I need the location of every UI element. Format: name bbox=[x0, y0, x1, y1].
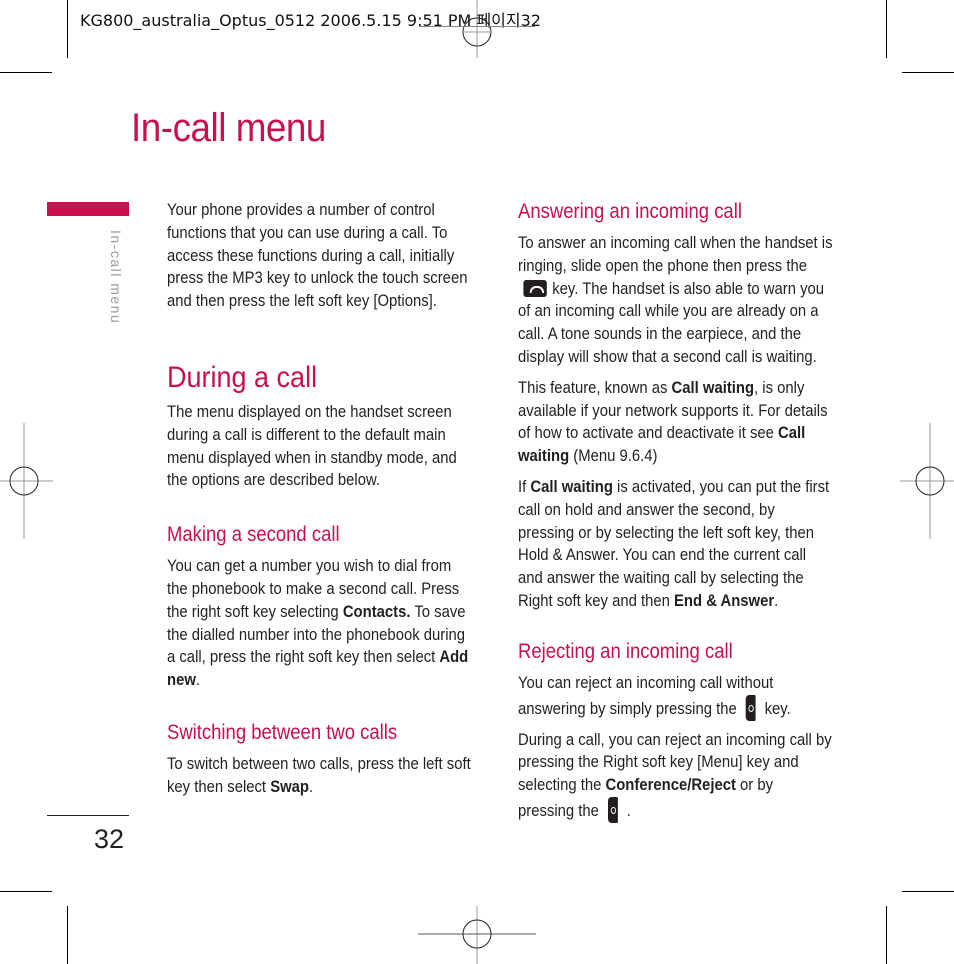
call-waiting-feature-paragraph: This feature, known as Call waiting, is … bbox=[518, 377, 833, 468]
swap-term: Swap bbox=[270, 777, 309, 796]
rejecting-call-heading: Rejecting an incoming call bbox=[518, 639, 733, 663]
text: key. bbox=[764, 699, 791, 718]
call-waiting-term: Call waiting bbox=[671, 378, 755, 397]
text: . bbox=[774, 591, 779, 610]
phone-send-key-icon bbox=[523, 279, 547, 297]
rejecting-call-paragraph: You can reject an incoming call without … bbox=[518, 672, 833, 721]
call-waiting-activated-paragraph: If Call waiting is activated, you can pu… bbox=[518, 476, 833, 613]
text: To switch between two calls, press the l… bbox=[167, 754, 471, 796]
answering-call-paragraph: To answer an incoming call when the hand… bbox=[518, 232, 833, 369]
crop-mark bbox=[67, 0, 68, 58]
text: . bbox=[308, 777, 314, 796]
reject-during-call-paragraph: During a call, you can reject an incomin… bbox=[518, 729, 833, 823]
during-a-call-paragraph: The menu displayed on the handset screen… bbox=[167, 402, 457, 490]
crop-mark bbox=[902, 72, 954, 73]
left-column: Your phone provides a number of control … bbox=[167, 199, 472, 807]
page-number-rule bbox=[47, 815, 129, 816]
intro-paragraph: Your phone provides a number of control … bbox=[167, 201, 468, 311]
text: . bbox=[195, 671, 201, 690]
call-waiting-term: Call waiting bbox=[530, 477, 613, 496]
registration-mark-icon bbox=[900, 423, 954, 539]
header-rule bbox=[419, 26, 535, 27]
page-title: In-call menu bbox=[131, 106, 326, 150]
crop-mark bbox=[886, 906, 887, 964]
during-a-call-heading: During a call bbox=[167, 360, 318, 394]
text: To answer an incoming call when the hand… bbox=[518, 234, 833, 275]
making-second-call-heading: Making a second call bbox=[167, 523, 340, 547]
contacts-term: Contacts. bbox=[342, 602, 411, 621]
crop-mark bbox=[67, 906, 68, 964]
print-slug: KG800_australia_Optus_0512 2006.5.15 9:5… bbox=[80, 11, 541, 30]
page-number: 32 bbox=[94, 824, 125, 854]
end-and-answer-term: End & Answer bbox=[674, 591, 775, 610]
side-end-key-icon bbox=[607, 796, 618, 823]
answering-call-heading: Answering an incoming call bbox=[518, 200, 742, 223]
side-tab-label: In-call menu bbox=[108, 230, 124, 325]
right-column: Answering an incoming call To answer an … bbox=[518, 201, 833, 831]
registration-mark-icon bbox=[0, 423, 53, 539]
crop-mark bbox=[902, 891, 954, 892]
side-tab-bar bbox=[47, 202, 129, 216]
text: is activated, you can put the first call… bbox=[518, 477, 830, 610]
making-second-call-paragraph: You can get a number you wish to dial fr… bbox=[167, 555, 472, 692]
registration-mark-icon bbox=[418, 906, 536, 964]
crop-mark bbox=[0, 72, 52, 73]
text: If bbox=[518, 477, 531, 496]
conference-reject-term: Conference/Reject bbox=[605, 776, 736, 795]
text: (Menu 9.6.4) bbox=[569, 447, 658, 466]
text: This feature, known as bbox=[518, 378, 672, 397]
switching-calls-paragraph: To switch between two calls, press the l… bbox=[167, 753, 472, 799]
text: You can reject an incoming call without … bbox=[518, 673, 774, 718]
side-end-key-icon bbox=[745, 694, 756, 721]
crop-mark bbox=[0, 891, 52, 892]
crop-mark bbox=[886, 0, 887, 58]
switching-calls-heading: Switching between two calls bbox=[167, 720, 398, 744]
text: key. The handset is also able to warn yo… bbox=[518, 279, 825, 366]
text: . bbox=[626, 801, 631, 820]
